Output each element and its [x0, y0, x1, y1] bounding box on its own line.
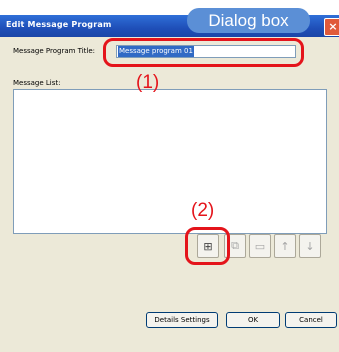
cancel-button[interactable]: Cancel: [285, 312, 337, 328]
dialog-box-callout: Dialog box: [187, 8, 310, 33]
copy-icon: ⧉: [231, 239, 239, 252]
program-title-label: Message Program Title:: [13, 47, 96, 55]
message-list[interactable]: [13, 89, 327, 234]
dialog-title: Edit Message Program: [6, 20, 112, 29]
add-button-highlight: [185, 227, 230, 265]
details-settings-button[interactable]: Details Settings: [146, 312, 218, 328]
arrow-up-icon: ↑: [280, 239, 290, 253]
close-button[interactable]: ×: [324, 18, 339, 36]
move-down-button[interactable]: ↓: [299, 234, 321, 258]
marker-1: (1): [136, 72, 160, 93]
ok-button[interactable]: OK: [226, 312, 280, 328]
move-up-button[interactable]: ↑: [274, 234, 296, 258]
arrow-down-icon: ↓: [305, 239, 315, 253]
paste-message-button[interactable]: ▭: [249, 234, 271, 258]
title-field-highlight: [103, 38, 304, 67]
close-icon: ×: [328, 20, 338, 33]
paste-icon: ▭: [254, 239, 266, 253]
marker-2: (2): [191, 200, 215, 221]
message-list-label: Message List:: [13, 79, 61, 87]
